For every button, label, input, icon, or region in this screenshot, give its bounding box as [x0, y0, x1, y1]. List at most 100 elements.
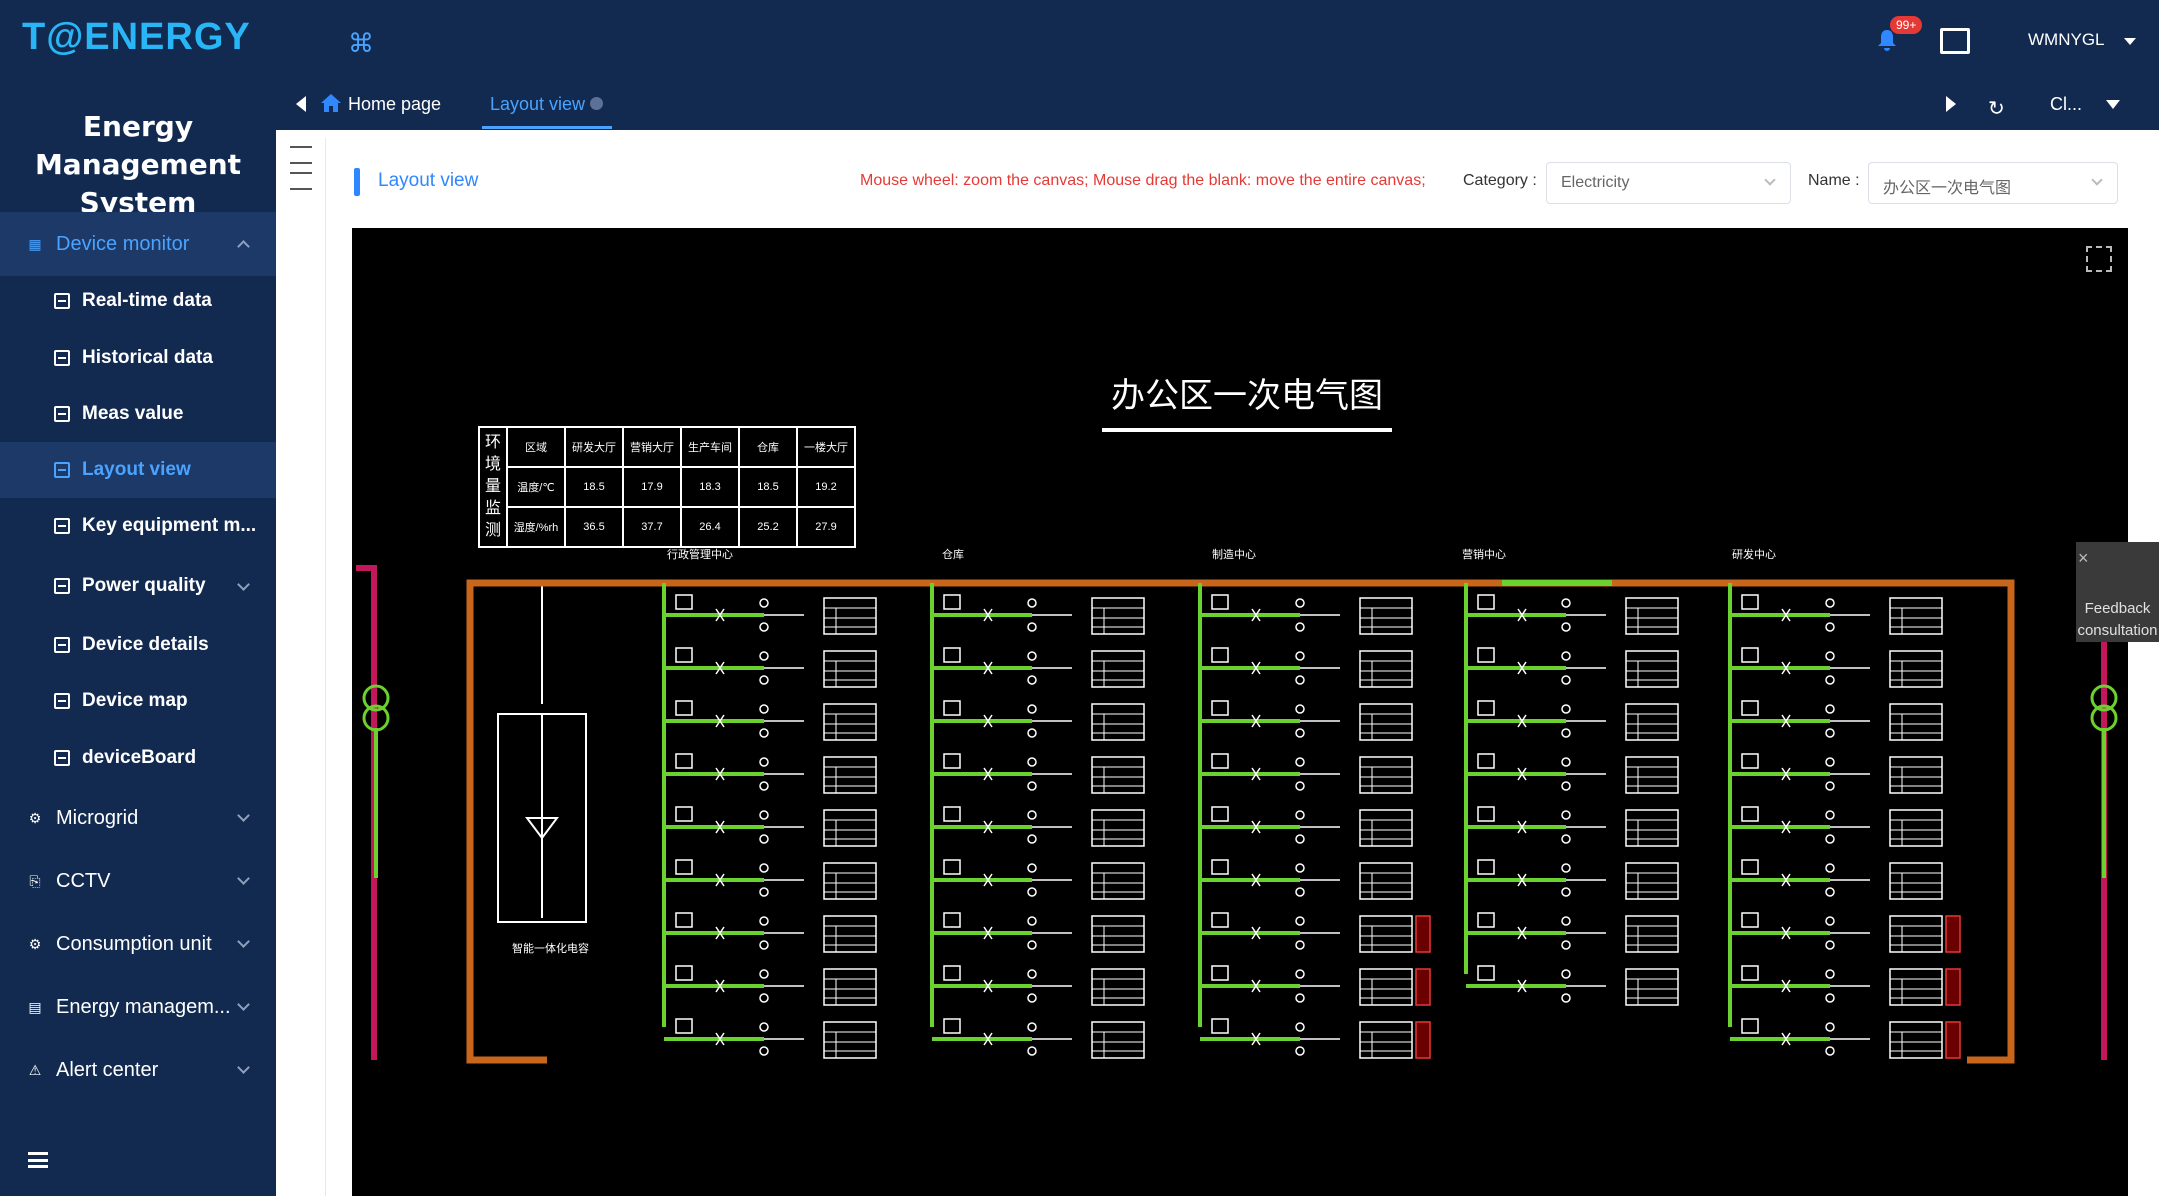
menu-label: Device monitor — [56, 232, 190, 255]
breaker-symbol — [1477, 647, 1495, 663]
menu-key-equipment[interactable]: Key equipment m... — [0, 498, 276, 554]
category-select[interactable]: Electricity — [1546, 162, 1791, 204]
ct-symbol — [1027, 940, 1037, 950]
alarm-indicator — [1415, 968, 1431, 1006]
tab-close-icon[interactable] — [590, 97, 603, 110]
ct-symbol — [1027, 728, 1037, 738]
ct-symbol — [1295, 1046, 1305, 1056]
meter-box — [823, 703, 877, 741]
menu-alert-center[interactable]: ⚠ Alert center — [0, 1038, 276, 1102]
menu-device-details[interactable]: Device details — [0, 617, 276, 673]
menu-label: CCTV — [56, 869, 111, 892]
ct-symbol — [1825, 993, 1835, 1003]
meter-box — [1889, 862, 1943, 900]
ct-symbol — [1295, 781, 1305, 791]
chevron-down-icon — [237, 809, 250, 822]
chevron-down-icon — [1764, 174, 1776, 186]
gear-icon: ⚙ — [28, 935, 42, 952]
diagram-canvas[interactable]: 办公区一次电气图 环境量监测 区域 研发大厅 营销大厅 生产车间 仓库 一楼大厅… — [352, 228, 2128, 1196]
alarm-indicator — [1945, 968, 1961, 1006]
refresh-icon[interactable]: ↻ — [1988, 96, 2005, 121]
meter-grid — [1626, 872, 1678, 899]
ct-symbol — [759, 1022, 769, 1032]
breaker-symbol — [1211, 700, 1229, 716]
tab-scroll-left-icon[interactable] — [296, 96, 306, 112]
menu-power-quality[interactable]: Power quality — [0, 558, 276, 614]
ct-symbol — [1825, 1046, 1835, 1056]
caret-down-icon[interactable] — [2106, 100, 2120, 116]
menu-label: deviceBoard — [82, 747, 197, 768]
caret-down-icon[interactable] — [2124, 38, 2136, 51]
gauge-icon — [54, 518, 70, 534]
name-select[interactable]: 办公区一次电气图 — [1868, 162, 2118, 204]
user-name[interactable]: WMNYGL — [2028, 30, 2105, 50]
menu-device-map[interactable]: Device map — [0, 673, 276, 729]
category-value: Electricity — [1561, 174, 1630, 191]
tab-home[interactable]: Home page — [348, 94, 441, 115]
ct-symbol — [1561, 887, 1571, 897]
meter-grid — [1092, 1031, 1144, 1058]
list-icon — [54, 578, 70, 594]
breaker-symbol — [1477, 859, 1495, 875]
meter-grid — [1360, 872, 1412, 899]
breaker-symbol — [675, 753, 693, 769]
meter-grid — [1626, 925, 1678, 952]
meter-box — [1625, 703, 1679, 741]
collapse-menu-icon[interactable] — [28, 1152, 48, 1168]
meter-box — [1889, 1021, 1943, 1059]
meter-grid — [824, 978, 876, 1005]
ct-symbol — [1561, 704, 1571, 714]
ct-symbol — [1825, 1022, 1835, 1032]
menu-lines-icon[interactable] — [290, 146, 312, 164]
ct-symbol — [1027, 993, 1037, 1003]
breaker-symbol — [1211, 594, 1229, 610]
tree-icon[interactable] — [290, 172, 312, 190]
ct-symbol — [1561, 728, 1571, 738]
close-icon[interactable]: × — [2078, 548, 2089, 569]
sidebar: T@ENERGY Energy Management System ▦ Devi… — [0, 0, 276, 1196]
meter-box — [823, 756, 877, 794]
apps-icon[interactable]: ⌘ — [348, 28, 374, 59]
ct-symbol — [1825, 704, 1835, 714]
breaker-symbol — [1211, 965, 1229, 981]
meter-grid — [1626, 766, 1678, 793]
tab-scroll-right-icon[interactable] — [1946, 96, 1956, 112]
menu-label: Device map — [82, 690, 188, 711]
ct-symbol — [1027, 916, 1037, 926]
breaker-symbol — [1741, 859, 1759, 875]
ct-symbol — [759, 863, 769, 873]
ct-symbol — [1561, 651, 1571, 661]
top-bar: ⌘ 99+ WMNYGL — [276, 0, 2159, 80]
ct-symbol — [1027, 598, 1037, 608]
breaker-symbol — [675, 647, 693, 663]
menu-label: Consumption unit — [56, 932, 212, 955]
menu-realtime-data[interactable]: Real-time data — [0, 273, 276, 329]
chevron-down-icon — [237, 998, 250, 1011]
menu-cctv[interactable]: ⎘ CCTV — [0, 849, 276, 913]
menu-energy-management[interactable]: ▤ Energy managem... — [0, 975, 276, 1039]
brand-logo: T@ENERGY — [22, 16, 251, 58]
picture-icon[interactable] — [1940, 28, 1970, 54]
name-value: 办公区一次电气图 — [1883, 180, 2012, 197]
menu-consumption-unit[interactable]: ⚙ Consumption unit — [0, 912, 276, 976]
menu-microgrid[interactable]: ⚙ Microgrid — [0, 786, 276, 850]
menu-device-board[interactable]: deviceBoard — [0, 730, 276, 786]
close-tabs-button[interactable]: Cl... — [2050, 94, 2082, 115]
menu-layout-view[interactable]: Layout view — [0, 442, 276, 498]
meter-grid — [1360, 978, 1412, 1005]
menu-meas-value[interactable]: Meas value — [0, 386, 276, 442]
breaker-symbol — [675, 1018, 693, 1034]
breaker-symbol — [1741, 753, 1759, 769]
ct-symbol — [1295, 993, 1305, 1003]
alert-icon: ⚠ — [28, 1061, 42, 1078]
tab-layout-view[interactable]: Layout view — [490, 94, 585, 115]
meter-box — [1091, 650, 1145, 688]
menu-historical-data[interactable]: Historical data — [0, 330, 276, 386]
ct-symbol — [759, 728, 769, 738]
breaker-symbol — [1211, 806, 1229, 822]
menu-device-monitor[interactable]: ▦ Device monitor — [0, 212, 276, 276]
chevron-up-icon — [237, 240, 250, 253]
meter-box — [823, 1021, 877, 1059]
breaker-symbol — [943, 912, 961, 928]
home-icon[interactable] — [320, 92, 342, 114]
